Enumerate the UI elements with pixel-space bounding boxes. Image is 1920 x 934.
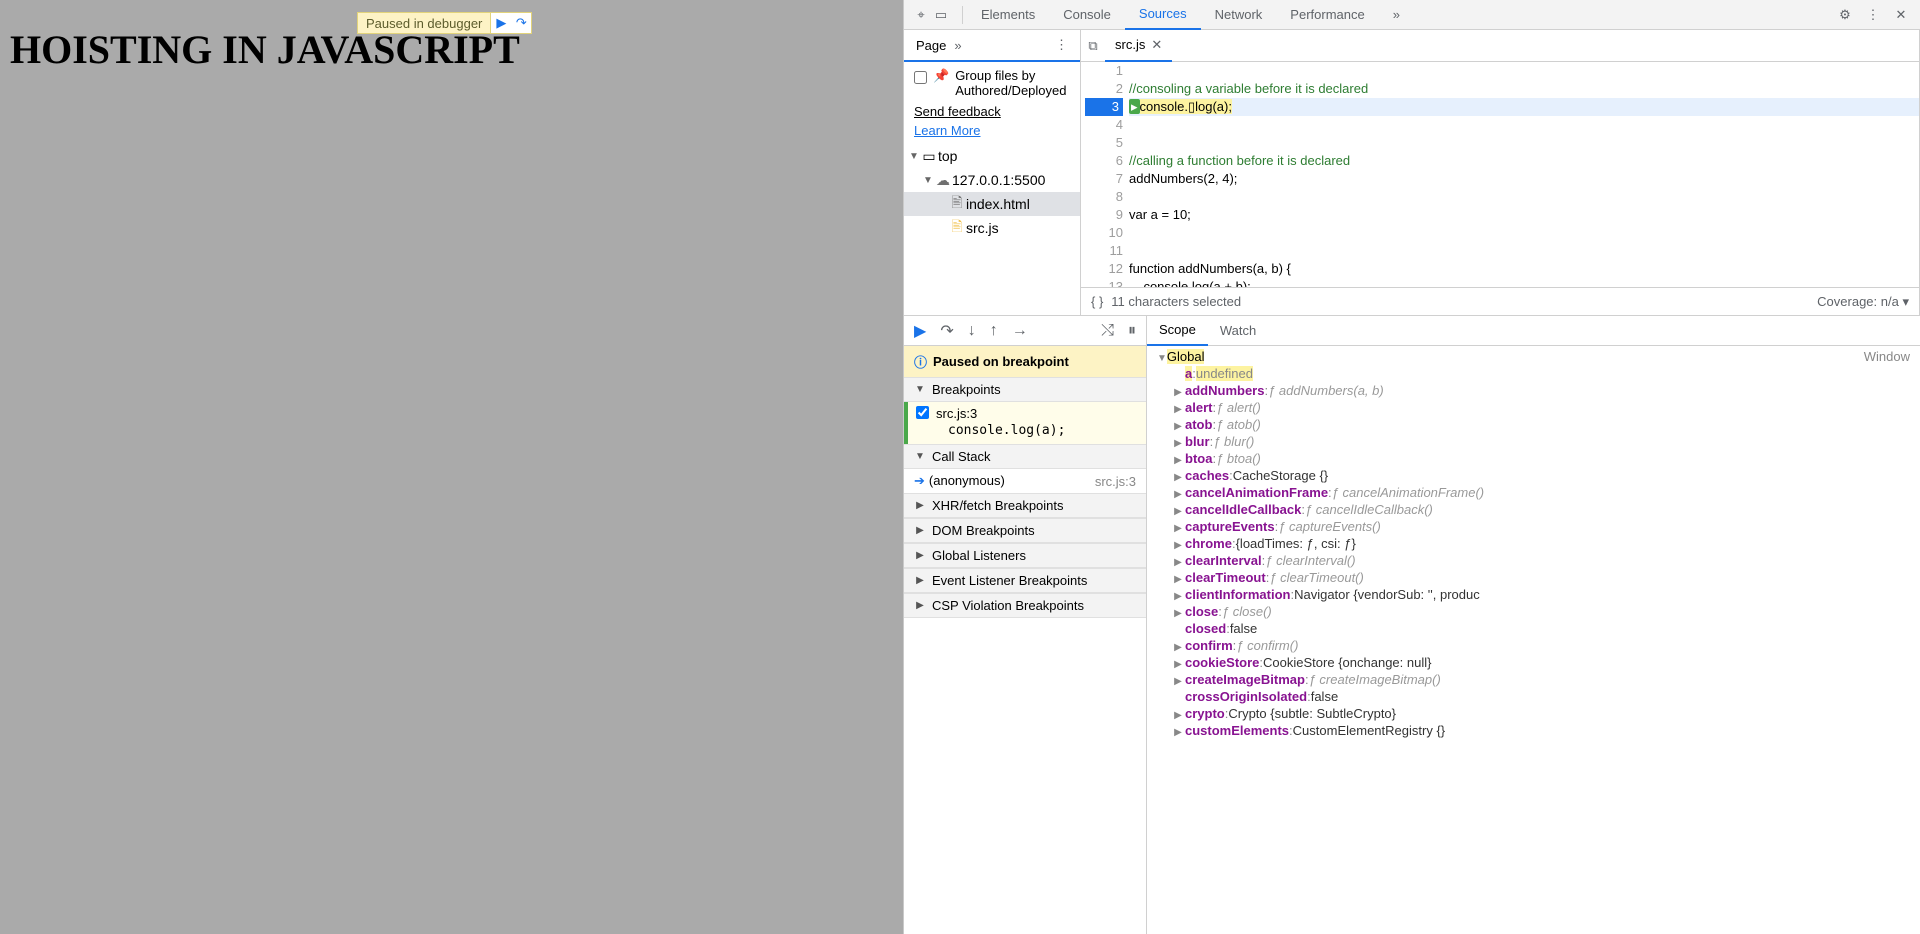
group-files-checkbox[interactable]: [914, 71, 927, 84]
group-files-label: Group files by Authored/Deployed: [955, 68, 1070, 98]
file-tab-srcjs[interactable]: src.js ✕: [1105, 30, 1172, 62]
tab-sources[interactable]: Sources: [1125, 0, 1201, 30]
scope-prop[interactable]: ▶btoa: ƒ btoa(): [1147, 450, 1920, 467]
current-frame-icon: ➔: [914, 473, 925, 488]
pretty-print-icon[interactable]: { }: [1091, 294, 1103, 309]
code-area[interactable]: 1234567891011121314 //consoling a variab…: [1081, 62, 1919, 287]
section-dom[interactable]: ▶DOM Breakpoints: [904, 518, 1146, 543]
scope-prop[interactable]: ▶close: ƒ close(): [1147, 603, 1920, 620]
pause-exceptions-button[interactable]: ⏸: [1128, 322, 1136, 340]
tab-watch[interactable]: Watch: [1208, 316, 1268, 346]
scope-prop[interactable]: ▶captureEvents: ƒ captureEvents(): [1147, 518, 1920, 535]
page-panel-label: Page: [916, 38, 946, 53]
step-button[interactable]: →: [1012, 322, 1028, 340]
tab-performance[interactable]: Performance: [1276, 0, 1378, 30]
close-file-icon[interactable]: ✕: [1151, 37, 1162, 53]
step-over-icon[interactable]: ↷: [511, 13, 531, 33]
page-panel-more[interactable]: »: [954, 38, 961, 53]
tab-scope[interactable]: Scope: [1147, 316, 1208, 346]
stack-frame[interactable]: ➔(anonymous) src.js:3: [904, 469, 1146, 493]
section-callstack[interactable]: ▼Call Stack: [904, 444, 1146, 469]
step-into-button[interactable]: ↓: [968, 322, 976, 340]
debugger-toolbar: ▶ ↷ ↓ ↑ → ⤭ ⏸: [904, 316, 1146, 346]
devtools-tabbar: ⌖ ▭ Elements Console Sources Network Per…: [904, 0, 1920, 30]
scope-prop[interactable]: ▶crypto: Crypto {subtle: SubtleCrypto}: [1147, 705, 1920, 722]
tab-elements[interactable]: Elements: [967, 0, 1049, 30]
section-global[interactable]: ▶Global Listeners: [904, 543, 1146, 568]
file-tree: ▼▭top ▼☁127.0.0.1:5500 🖹index.html 🖹src.…: [904, 144, 1080, 240]
pause-banner-text: Paused in debugger: [358, 14, 490, 33]
section-xhr[interactable]: ▶XHR/fetch Breakpoints: [904, 493, 1146, 518]
deactivate-bp-button[interactable]: ⤭: [1101, 322, 1114, 340]
close-icon[interactable]: ✕: [1892, 6, 1910, 24]
pin-icon: 📌: [933, 68, 949, 84]
debugger-sidebar: ▶ ↷ ↓ ↑ → ⤭ ⏸ ⓘ Paused on breakpoint ▼Br…: [904, 316, 1147, 934]
coverage-toggle-icon[interactable]: ▾: [1902, 294, 1909, 309]
section-event[interactable]: ▶Event Listener Breakpoints: [904, 568, 1146, 593]
tree-top[interactable]: ▼▭top: [904, 144, 1080, 168]
tree-file-srcjs[interactable]: 🖹src.js: [904, 216, 1080, 240]
scope-global-row[interactable]: ▼Global Window: [1147, 348, 1920, 365]
page-navigator: Page » ⋮ 📌 Group files by Authored/Deplo…: [904, 30, 1081, 315]
nav-toggle-icon[interactable]: ⧉: [1081, 38, 1105, 54]
scope-prop[interactable]: closed: false: [1147, 620, 1920, 637]
send-feedback-link[interactable]: Send feedback: [914, 104, 1070, 119]
editor-status: { }11 characters selected Coverage: n/a …: [1081, 287, 1919, 315]
scope-prop[interactable]: crossOriginIsolated: false: [1147, 688, 1920, 705]
scope-prop[interactable]: ▶alert: ƒ alert(): [1147, 399, 1920, 416]
scope-prop[interactable]: ▶cancelAnimationFrame: ƒ cancelAnimation…: [1147, 484, 1920, 501]
scope-prop[interactable]: ▶clientInformation: Navigator {vendorSub…: [1147, 586, 1920, 603]
learn-more-link[interactable]: Learn More: [914, 123, 1070, 138]
rendered-page: Paused in debugger ▶ ↷ HOISTING IN JAVAS…: [0, 0, 903, 934]
tab-more[interactable]: »: [1379, 0, 1414, 30]
step-over-button[interactable]: ↷: [940, 321, 953, 341]
resume-button[interactable]: ▶: [914, 321, 926, 341]
tree-host[interactable]: ▼☁127.0.0.1:5500: [904, 168, 1080, 192]
code-editor: ⧉ src.js ✕ 1234567891011121314 //consoli…: [1081, 30, 1920, 315]
settings-icon[interactable]: ⚙: [1836, 6, 1854, 24]
tree-file-index[interactable]: 🖹index.html: [904, 192, 1080, 216]
scope-prop[interactable]: ▶createImageBitmap: ƒ createImageBitmap(…: [1147, 671, 1920, 688]
section-csp[interactable]: ▶CSP Violation Breakpoints: [904, 593, 1146, 618]
kebab-icon[interactable]: ⋮: [1864, 6, 1882, 24]
devtools-panel: ⌖ ▭ Elements Console Sources Network Per…: [903, 0, 1920, 934]
inspect-icon[interactable]: ⌖: [912, 6, 930, 24]
debugger-pause-banner: Paused in debugger ▶ ↷: [357, 12, 532, 34]
scope-prop[interactable]: ▶clearTimeout: ƒ clearTimeout(): [1147, 569, 1920, 586]
step-out-button[interactable]: ↑: [990, 322, 998, 340]
tab-console[interactable]: Console: [1049, 0, 1125, 30]
tab-network[interactable]: Network: [1201, 0, 1277, 30]
scope-prop[interactable]: ▶chrome: {loadTimes: ƒ, csi: ƒ}: [1147, 535, 1920, 552]
scope-prop[interactable]: ▶customElements: CustomElementRegistry {…: [1147, 722, 1920, 739]
scope-prop[interactable]: ▶addNumbers: ƒ addNumbers(a, b): [1147, 382, 1920, 399]
scope-prop[interactable]: ▶clearInterval: ƒ clearInterval(): [1147, 552, 1920, 569]
scope-prop[interactable]: ▶cookieStore: CookieStore {onchange: nul…: [1147, 654, 1920, 671]
section-breakpoints[interactable]: ▼Breakpoints: [904, 377, 1146, 402]
scope-prop[interactable]: a: undefined: [1147, 365, 1920, 382]
scope-prop[interactable]: ▶blur: ƒ blur(): [1147, 433, 1920, 450]
device-toggle-icon[interactable]: ▭: [932, 6, 950, 24]
paused-message: ⓘ Paused on breakpoint: [904, 346, 1146, 377]
info-icon: ⓘ: [914, 352, 927, 371]
scope-prop[interactable]: ▶caches: CacheStorage {}: [1147, 467, 1920, 484]
breakpoint-item[interactable]: src.js:3 console.log(a);: [904, 402, 1146, 444]
scope-panel: Scope Watch ▼Global Window a: undefined▶…: [1147, 316, 1920, 934]
page-panel-kebab[interactable]: ⋮: [1055, 37, 1068, 53]
scope-prop[interactable]: ▶atob: ƒ atob(): [1147, 416, 1920, 433]
scope-prop[interactable]: ▶cancelIdleCallback: ƒ cancelIdleCallbac…: [1147, 501, 1920, 518]
scope-prop[interactable]: ▶confirm: ƒ confirm(): [1147, 637, 1920, 654]
breakpoint-checkbox[interactable]: [916, 406, 929, 419]
resume-icon[interactable]: ▶: [491, 13, 511, 33]
